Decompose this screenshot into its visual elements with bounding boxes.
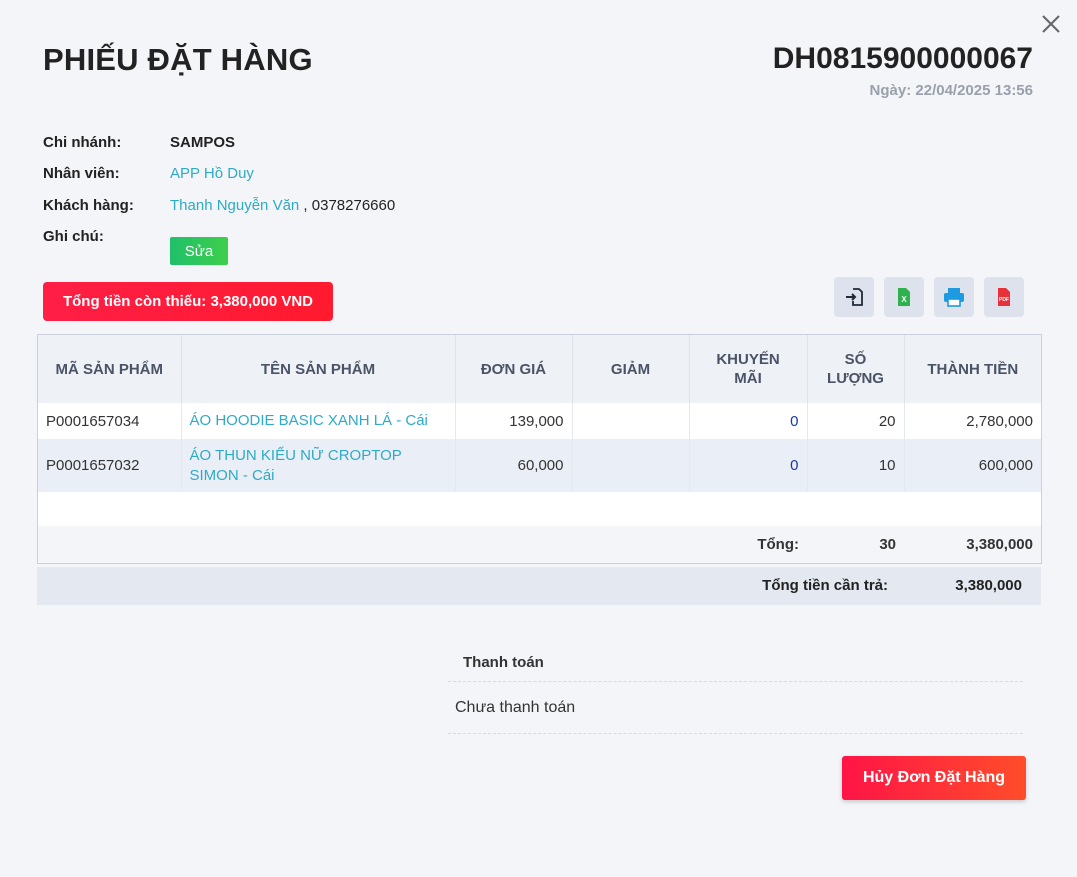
excel-button[interactable]: X xyxy=(884,277,924,317)
grand-total-bar: Tổng tiền cần trả: 3,380,000 xyxy=(37,567,1041,605)
pdf-glyph: PDF xyxy=(999,297,1009,303)
product-link[interactable]: ÁO THUN KIỂU NỮ CROPTOP SIMON - Cái xyxy=(181,439,456,492)
col-header-code: MÃ SẢN PHẨM xyxy=(38,335,182,403)
col-header-amount: THÀNH TIỀN xyxy=(904,335,1041,403)
cell-amount: 2,780,000 xyxy=(904,403,1041,439)
cell-discount xyxy=(572,403,690,439)
table-spacer-row xyxy=(38,492,1041,526)
cell-price: 139,000 xyxy=(455,403,573,439)
col-header-qty-line1: SỐ xyxy=(844,351,867,368)
grand-total-value: 3,380,000 xyxy=(955,577,1022,594)
customer-value: Thanh Nguyễn Văn , 0378276660 xyxy=(170,197,395,214)
cell-amount: 600,000 xyxy=(904,439,1041,492)
edit-note-button[interactable]: Sửa xyxy=(170,237,228,265)
col-header-promo-line2: MÃI xyxy=(734,370,762,387)
table-header-row: MÃ SẢN PHẨM TÊN SẢN PHẨM ĐƠN GIÁ GIẢM KH… xyxy=(38,335,1041,403)
order-items-table: MÃ SẢN PHẨM TÊN SẢN PHẨM ĐƠN GIÁ GIẢM KH… xyxy=(37,334,1042,564)
product-link[interactable]: ÁO HOODIE BASIC XANH LÁ - Cái xyxy=(181,403,456,439)
customer-link[interactable]: Thanh Nguyễn Văn xyxy=(170,197,299,214)
note-label: Ghi chú: xyxy=(43,228,104,245)
col-header-name: TÊN SẢN PHẨM xyxy=(181,335,456,403)
total-label: Tổng: xyxy=(38,526,807,563)
branch-label: Chi nhánh: xyxy=(43,134,122,151)
close-button[interactable] xyxy=(1036,9,1066,39)
customer-phone: , 0378276660 xyxy=(299,197,396,214)
payment-title: Thanh toán xyxy=(463,654,544,671)
col-header-promo: KHUYẾN MÃI xyxy=(689,335,808,403)
pdf-button[interactable]: PDF xyxy=(984,277,1024,317)
order-date: Ngày: 22/04/2025 13:56 xyxy=(869,82,1033,99)
cell-code: P0001657032 xyxy=(38,439,182,492)
col-header-price: ĐƠN GIÁ xyxy=(455,335,573,403)
col-header-promo-line1: KHUYẾN xyxy=(716,351,780,368)
cell-discount xyxy=(572,439,690,492)
order-code: DH0815900000067 xyxy=(772,42,1033,75)
table-total-row: Tổng: 30 3,380,000 xyxy=(38,526,1041,563)
grand-total-label: Tổng tiền cần trả: xyxy=(762,577,888,594)
col-header-discount: GIẢM xyxy=(572,335,690,403)
order-modal: PHIẾU ĐẶT HÀNG DH0815900000067 Ngày: 22/… xyxy=(0,0,1077,877)
branch-value: SAMPOS xyxy=(170,134,236,151)
cell-code: P0001657034 xyxy=(38,403,182,439)
cell-price: 60,000 xyxy=(455,439,573,492)
customer-label: Khách hàng: xyxy=(43,197,134,214)
page-title: PHIẾU ĐẶT HÀNG xyxy=(43,42,313,77)
divider xyxy=(448,681,1023,682)
cancel-order-button[interactable]: Hủy Đơn Đặt Hàng xyxy=(842,756,1026,800)
col-header-qty: SỐ LƯỢNG xyxy=(807,335,905,403)
col-header-qty-line2: LƯỢNG xyxy=(827,370,884,387)
excel-glyph: X xyxy=(901,295,907,304)
total-amount: 3,380,000 xyxy=(904,526,1041,563)
table-row: P0001657034 ÁO HOODIE BASIC XANH LÁ - Cá… xyxy=(38,403,1041,439)
cell-promo: 0 xyxy=(689,439,808,492)
staff-label: Nhân viên: xyxy=(43,165,120,182)
pdf-icon: PDF xyxy=(998,288,1010,306)
cell-qty: 10 xyxy=(807,439,905,492)
total-qty: 30 xyxy=(807,526,904,563)
table-row: P0001657032 ÁO THUN KIỂU NỮ CROPTOP SIMO… xyxy=(38,439,1041,492)
excel-icon: X xyxy=(898,288,910,306)
print-icon xyxy=(944,288,964,307)
payment-status: Chưa thanh toán xyxy=(455,699,576,716)
staff-link[interactable]: APP Hồ Duy xyxy=(170,165,254,182)
missing-total-badge: Tổng tiền còn thiếu: 3,380,000 VND xyxy=(43,282,333,321)
cell-promo: 0 xyxy=(689,403,808,439)
print-button[interactable] xyxy=(934,277,974,317)
cell-qty: 20 xyxy=(807,403,905,439)
divider xyxy=(448,733,1023,734)
close-icon xyxy=(1042,15,1060,33)
import-icon xyxy=(846,288,863,306)
import-button[interactable] xyxy=(834,277,874,317)
